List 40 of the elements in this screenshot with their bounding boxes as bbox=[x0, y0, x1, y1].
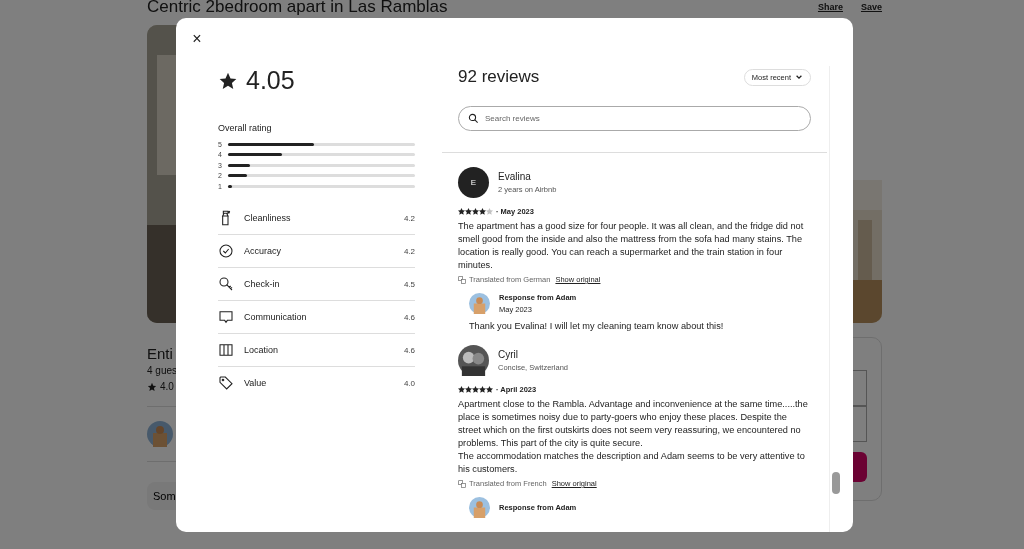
map-icon bbox=[218, 342, 234, 358]
action-link[interactable]: Share bbox=[817, 2, 843, 12]
star-icon bbox=[147, 381, 157, 392]
chevron-down-icon bbox=[795, 73, 803, 81]
listing-heading: Enti bbox=[147, 345, 173, 362]
category-name: Value bbox=[244, 378, 268, 388]
category-name: Communication bbox=[244, 312, 308, 322]
listing-rating: 4.0 bbox=[160, 381, 174, 392]
translate-icon bbox=[458, 479, 466, 488]
category-name: Location bbox=[244, 345, 280, 355]
scrollbar-thumb[interactable] bbox=[832, 472, 840, 494]
category-score: 4.6 bbox=[403, 312, 415, 322]
category-name: Check-in bbox=[244, 279, 281, 289]
user-avatar: E bbox=[458, 167, 489, 198]
search-icon bbox=[468, 113, 479, 124]
speech-bubble-icon bbox=[218, 309, 234, 325]
overall-rating-label: Overall rating bbox=[218, 123, 273, 133]
category-name: Accuracy bbox=[244, 246, 282, 256]
review-text: Apartment close to the Rambla. Advantage and inconvenience at the same time.....the place is sometimes noisy due to party-goers who enjoy these places. Despite the street which on the first outskirts does not seem very reassuring, we encountered no problems. This part of the city is quite secure. The accommodation matches the description and Adam seems to be very attentive to his customers. bbox=[458, 398, 809, 476]
response-text: Thank you Evalina! I will let my cleaning team know about this! bbox=[469, 321, 725, 331]
reviews-count: 92 reviews bbox=[458, 67, 540, 87]
category-name: Cleanliness bbox=[244, 213, 292, 223]
check-circle-icon bbox=[218, 243, 234, 259]
category-score: 4.2 bbox=[403, 213, 415, 223]
review-text: The apartment has a good size for four people. It was all clean, and the fridge did not smell good from the inside and also the mattress from the sofa had many stains. The location is really good. You can reach a supermarket and the train station in four minutes. bbox=[458, 220, 805, 272]
key-icon bbox=[218, 276, 234, 292]
reviewer-name: Evalina bbox=[498, 171, 532, 182]
overall-score: 4.05 bbox=[246, 66, 295, 95]
category-score: 4.6 bbox=[403, 345, 415, 355]
tag-icon bbox=[218, 375, 234, 391]
category-score: 4.2 bbox=[403, 246, 415, 256]
reviewer-name: Cyril bbox=[498, 349, 519, 360]
action-link[interactable]: Save bbox=[860, 2, 882, 12]
close-button[interactable]: × bbox=[188, 30, 206, 48]
search-field[interactable]: Search reviews bbox=[458, 106, 811, 131]
category-score: 4.0 bbox=[403, 378, 415, 388]
listing-title: Centric 2bedroom apart in Las Ramblas bbox=[147, 0, 448, 17]
guest-info: 4 gues bbox=[147, 365, 178, 376]
category-score: 4.5 bbox=[403, 279, 415, 289]
translate-icon bbox=[458, 275, 466, 284]
